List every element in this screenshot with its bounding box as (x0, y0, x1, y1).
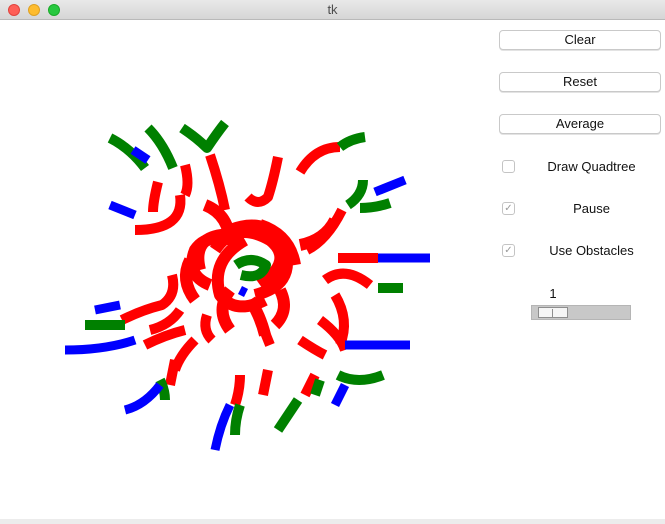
checkmark-icon: ✓ (504, 203, 513, 214)
boids-trails (64, 119, 430, 451)
use-obstacles-label: Use Obstacles (549, 243, 634, 258)
title-bar: tk (0, 0, 665, 20)
draw-quadtree-row[interactable]: Draw Quadtree (498, 158, 665, 178)
speed-scale-slider[interactable] (531, 305, 631, 320)
average-button[interactable]: Average (499, 114, 661, 134)
simulation-canvas[interactable] (0, 20, 498, 519)
speed-scale-handle[interactable] (538, 307, 568, 318)
window-title: tk (327, 2, 338, 17)
clear-button[interactable]: Clear (499, 30, 661, 50)
draw-quadtree-checkbox[interactable] (502, 160, 515, 173)
pause-row[interactable]: ✓ Pause (498, 200, 665, 220)
checkmark-icon: ✓ (504, 245, 513, 256)
speed-scale-value: 1 (549, 286, 557, 301)
pause-checkbox[interactable]: ✓ (502, 202, 515, 215)
use-obstacles-checkbox[interactable]: ✓ (502, 244, 515, 257)
reset-button[interactable]: Reset (499, 72, 661, 92)
control-panel: Clear Reset Average Draw Quadtree ✓ Paus… (498, 20, 665, 519)
pause-label: Pause (573, 201, 610, 216)
draw-quadtree-label: Draw Quadtree (547, 159, 636, 174)
use-obstacles-row[interactable]: ✓ Use Obstacles (498, 242, 665, 262)
